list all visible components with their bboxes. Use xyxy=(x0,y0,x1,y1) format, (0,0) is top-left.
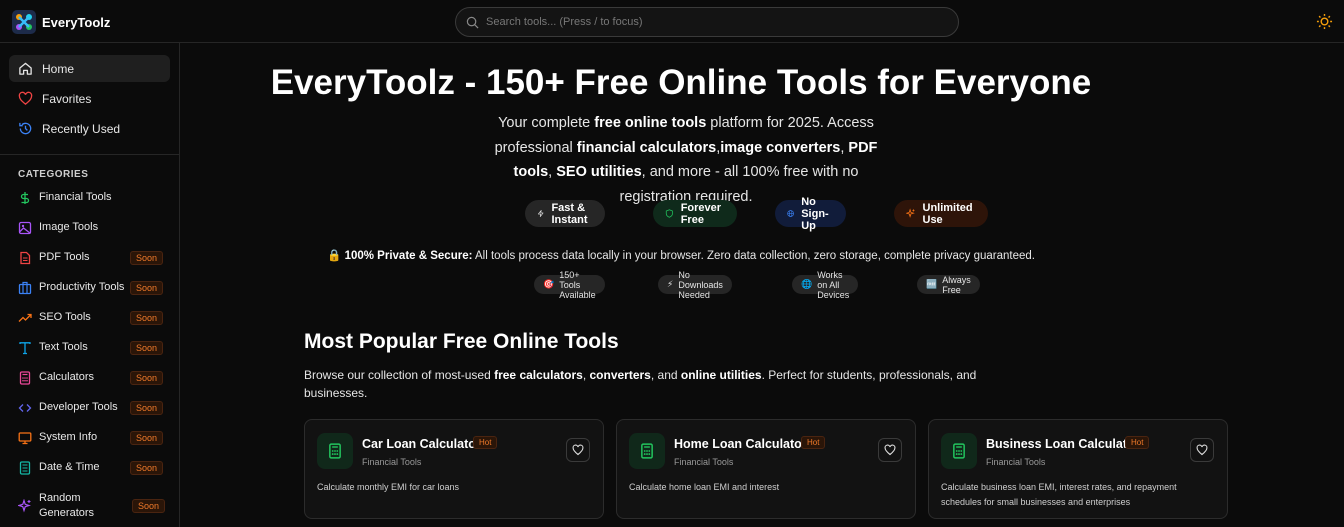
badge-always-free: 🆓 Always Free xyxy=(917,275,980,295)
sidebar-item-calculators[interactable]: Calculators Soon xyxy=(18,370,163,385)
badge-tools-available: 🎯 150+ Tools Available xyxy=(534,270,605,300)
sparkle-icon xyxy=(906,208,915,218)
heart-icon xyxy=(884,444,896,456)
sidebar-item-text-tools[interactable]: Text Tools Soon xyxy=(18,340,163,355)
zap-icon xyxy=(538,209,544,218)
heart-icon xyxy=(18,91,33,105)
search-input[interactable] xyxy=(486,12,946,32)
hot-badge: Hot xyxy=(801,436,826,449)
soon-badge: Soon xyxy=(129,460,163,475)
zap-icon: ⚡ xyxy=(667,279,674,289)
calculator-icon xyxy=(941,433,977,469)
soon-badge: Soon xyxy=(129,340,163,355)
pill-fast-instant: Fast & Instant xyxy=(525,200,606,227)
soon-badge: Soon xyxy=(129,370,163,385)
file-icon xyxy=(20,251,31,264)
main-content: EveryToolz - 150+ Free Online Tools for … xyxy=(181,43,1344,527)
sparkle-icon xyxy=(18,499,31,513)
sidebar-item-recently-used[interactable]: Recently Used xyxy=(9,115,170,142)
calculator-icon xyxy=(629,433,665,469)
hot-badge: Hot xyxy=(1125,436,1150,449)
section-title: Most Popular Free Online Tools xyxy=(304,330,619,353)
soon-badge: Soon xyxy=(129,430,163,445)
trending-icon xyxy=(18,313,32,322)
globe-icon xyxy=(787,210,794,217)
sidebar-item-financial-tools[interactable]: Financial Tools xyxy=(18,190,163,205)
free-icon: 🆓 xyxy=(926,279,938,289)
target-icon: 🎯 xyxy=(543,279,555,289)
sidebar-item-productivity-tools[interactable]: Productivity Tools Soon xyxy=(18,280,163,295)
pill-unlimited-use: Unlimited Use xyxy=(894,200,989,227)
categories-heading: CATEGORIES xyxy=(18,169,89,180)
sidebar-item-developer-tools[interactable]: Developer Tools Soon xyxy=(18,400,163,415)
card-category: Financial Tools xyxy=(674,457,734,467)
card-title[interactable]: Business Loan Calculator xyxy=(986,437,1140,451)
badge-no-downloads: ⚡ No Downloads Needed xyxy=(658,270,732,300)
sidebar-item-date-time[interactable]: Date & Time Soon xyxy=(18,460,163,475)
card-title[interactable]: Car Loan Calculator xyxy=(362,437,481,451)
history-icon xyxy=(19,122,32,135)
sidebar-item-system-info[interactable]: System Info Soon xyxy=(18,430,163,445)
card-title[interactable]: Home Loan Calculator xyxy=(674,437,807,451)
monitor-icon xyxy=(18,431,32,444)
card-description: Calculate home loan EMI and interest xyxy=(629,482,780,492)
card-category: Financial Tools xyxy=(362,457,422,467)
sidebar-item-label: Favorites xyxy=(42,91,92,106)
calculator-icon xyxy=(19,370,31,385)
shield-icon xyxy=(665,209,673,218)
sidebar-item-seo-tools[interactable]: SEO Tools Soon xyxy=(18,310,163,325)
hero-subtitle: Your complete free online tools platform… xyxy=(494,115,878,205)
soon-badge: Soon xyxy=(129,400,163,415)
tool-card-car-loan[interactable]: Car Loan Calculator Hot Financial Tools … xyxy=(304,419,604,519)
privacy-note: 🔒 100% Private & Secure: All tools proce… xyxy=(327,250,1035,262)
favorite-button[interactable] xyxy=(878,438,902,462)
sidebar-item-image-tools[interactable]: Image Tools xyxy=(18,220,163,235)
section-description: Browse our collection of most-used free … xyxy=(304,368,977,400)
sidebar-item-home[interactable]: Home xyxy=(9,55,170,82)
pill-forever-free: Forever Free xyxy=(653,200,738,227)
sun-icon[interactable] xyxy=(1316,13,1333,30)
soon-badge: Soon xyxy=(129,310,163,325)
briefcase-icon xyxy=(18,281,32,294)
sidebar-item-label: Recently Used xyxy=(42,121,121,136)
hot-badge: Hot xyxy=(473,436,498,449)
sidebar-item-pdf-tools[interactable]: PDF Tools Soon xyxy=(18,250,163,265)
sidebar-item-random-generators[interactable]: Random Generators Soon xyxy=(18,491,166,521)
card-description: Calculate monthly EMI for car loans xyxy=(317,482,460,492)
top-bar: EveryToolz xyxy=(0,0,1344,43)
sidebar-divider xyxy=(0,154,180,155)
logo-icon[interactable] xyxy=(12,10,36,34)
page-title: EveryToolz - 150+ Free Online Tools for … xyxy=(270,63,1092,102)
calendar-icon xyxy=(19,460,31,475)
heart-icon xyxy=(572,444,584,456)
card-description: Calculate business loan EMI, interest ra… xyxy=(941,482,1177,507)
sidebar: Home Favorites Recently Used CATEGORIES … xyxy=(0,43,180,527)
lock-icon: 🔒 xyxy=(327,250,342,262)
heart-icon xyxy=(1196,444,1208,456)
image-icon xyxy=(18,221,32,234)
favorite-button[interactable] xyxy=(1190,438,1214,462)
badge-all-devices: 🌐 Works on All Devices xyxy=(792,270,859,300)
tool-card-home-loan[interactable]: Home Loan Calculator Hot Financial Tools… xyxy=(616,419,916,519)
soon-badge: Soon xyxy=(132,499,166,513)
pill-no-sign-up: No Sign-Up xyxy=(775,196,847,232)
sidebar-item-favorites[interactable]: Favorites xyxy=(9,85,170,112)
dollar-icon xyxy=(20,191,30,204)
soon-badge: Soon xyxy=(129,250,163,265)
card-category: Financial Tools xyxy=(986,457,1046,467)
globe-icon: 🌐 xyxy=(801,279,813,289)
calculator-icon xyxy=(317,433,353,469)
text-icon xyxy=(19,341,31,354)
sidebar-item-label: Home xyxy=(42,61,75,76)
search-box[interactable] xyxy=(455,7,959,37)
tool-card-business-loan[interactable]: Business Loan Calculator Hot Financial T… xyxy=(928,419,1228,519)
favorite-button[interactable] xyxy=(566,438,590,462)
home-icon xyxy=(19,62,32,75)
brand-name[interactable]: EveryToolz xyxy=(42,15,110,30)
code-icon xyxy=(18,403,32,412)
soon-badge: Soon xyxy=(129,280,163,295)
search-icon xyxy=(466,16,479,29)
